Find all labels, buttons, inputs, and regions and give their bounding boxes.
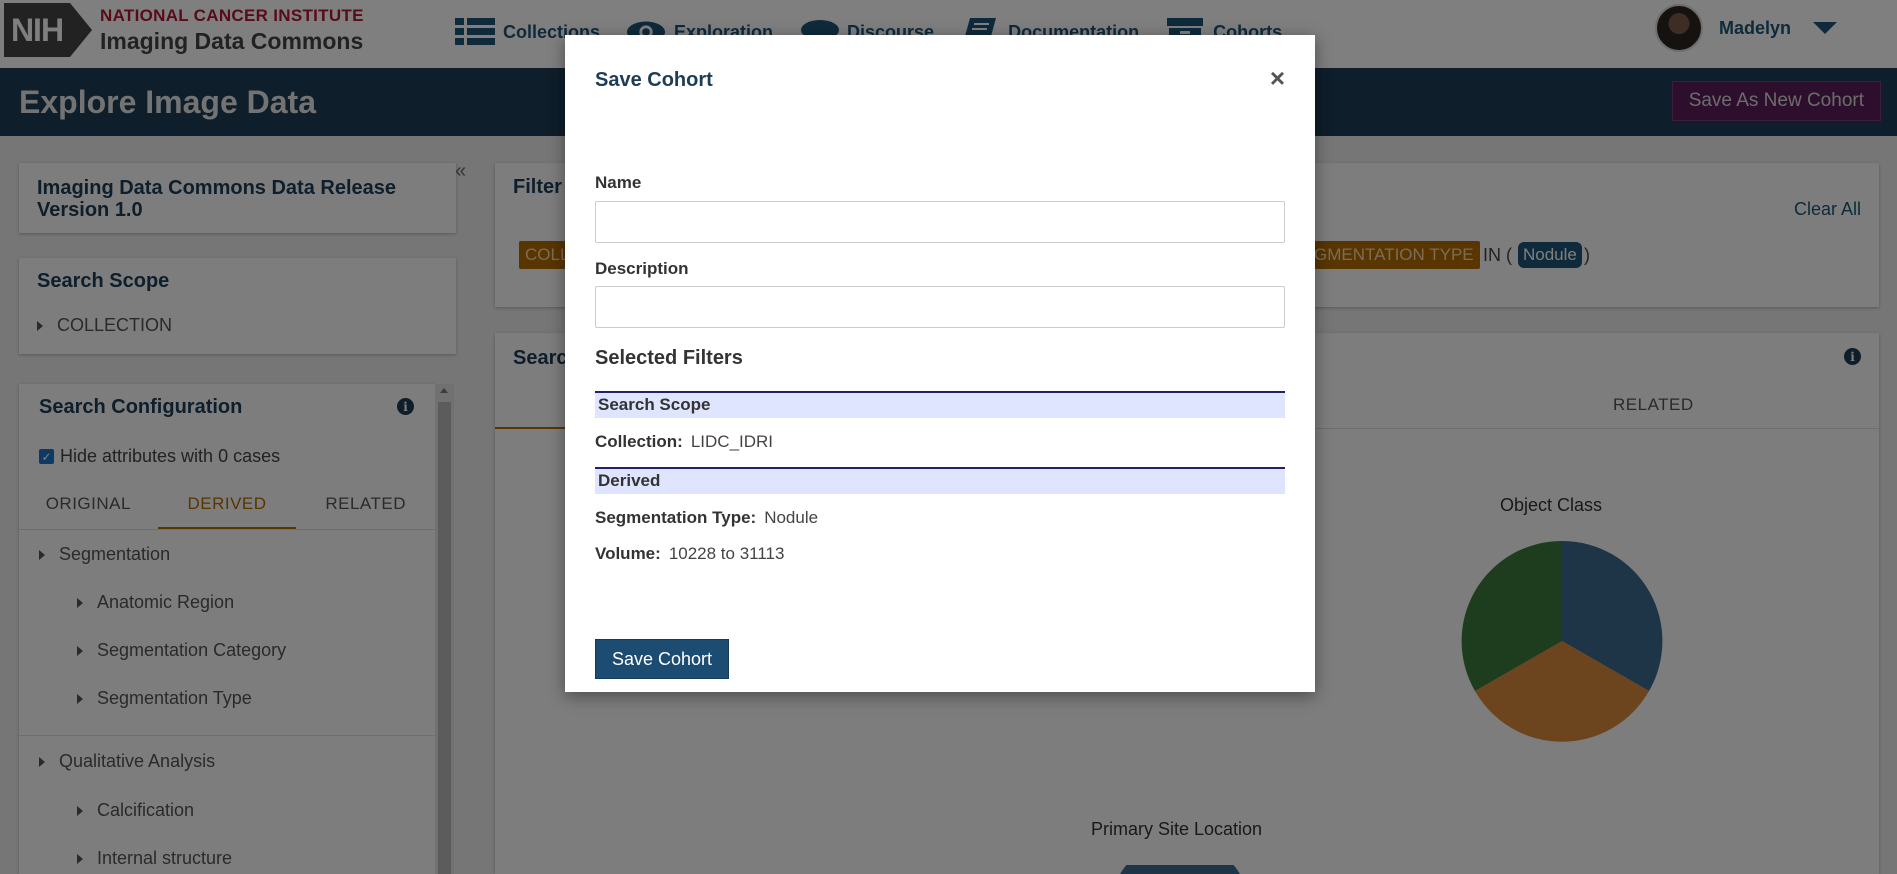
filter-value: 10228 to 31113 — [668, 544, 785, 563]
description-label: Description — [595, 259, 689, 278]
close-icon[interactable]: × — [1270, 63, 1285, 94]
name-label: Name — [595, 173, 642, 192]
filter-item-segmentation-type: Segmentation Type: Nodule — [595, 508, 818, 528]
filter-group-search-scope: Search Scope — [595, 391, 1285, 418]
modal-title: Save Cohort — [595, 69, 713, 91]
filter-item-collection: Collection: LIDC_IDRI — [595, 432, 773, 452]
cohort-description-input[interactable] — [595, 286, 1285, 328]
filter-value: Nodule — [764, 508, 819, 527]
filter-key: Collection: — [595, 432, 683, 451]
filter-item-volume: Volume: 10228 to 31113 — [595, 544, 784, 564]
cohort-name-input[interactable] — [595, 201, 1285, 243]
filter-group-derived: Derived — [595, 467, 1285, 494]
selected-filters-title: Selected Filters — [595, 347, 743, 369]
filter-value: LIDC_IDRI — [690, 432, 774, 451]
filter-key: Segmentation Type: — [595, 508, 757, 527]
save-cohort-modal: Save Cohort × Name Description Selected … — [565, 35, 1315, 692]
save-cohort-button[interactable]: Save Cohort — [595, 639, 730, 679]
filter-key: Volume: — [595, 544, 661, 563]
